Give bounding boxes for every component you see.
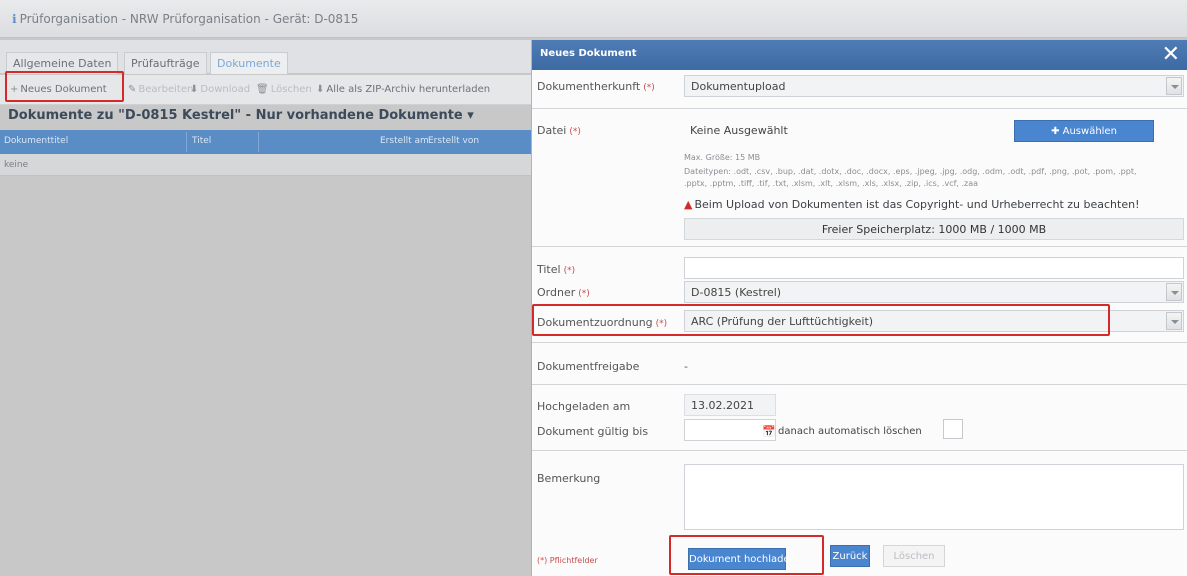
remark-label: Bemerkung bbox=[537, 472, 601, 485]
new-document-dialog: Neues Dokument ✕ Dokumentherkunft (*) Dok… bbox=[531, 40, 1187, 576]
column-header-title[interactable]: Titel bbox=[192, 136, 211, 146]
edit-button[interactable]: ✎ Bearbeiten bbox=[128, 84, 193, 95]
back-button[interactable]: Zurück bbox=[830, 545, 870, 567]
dialog-title: Neues Dokument bbox=[540, 48, 637, 59]
column-header-created-by[interactable]: Erstellt von bbox=[428, 136, 479, 146]
tab-bar: Allgemeine Daten Prüfaufträge Dokumente bbox=[0, 40, 540, 74]
assignment-label: Dokumentzuordnung (*) bbox=[537, 316, 668, 329]
dialog-titlebar: Neues Dokument ✕ bbox=[532, 40, 1187, 70]
window-titlebar: ℹ Prüforganisation - NRW Prüforganisation… bbox=[0, 0, 1187, 38]
tab-inspection-orders[interactable]: Prüfaufträge bbox=[124, 52, 207, 74]
copyright-warning: ▲ Beim Upload von Dokumenten ist das Copy… bbox=[684, 198, 1140, 211]
title-label: Titel (*) bbox=[537, 263, 576, 276]
required-fields-note: (*) Pflichtfelder bbox=[537, 556, 598, 565]
delete-document-button[interactable]: Löschen bbox=[883, 545, 945, 567]
grid-header: Dokumenttitel Titel Erstellt am Erstellt… bbox=[0, 130, 540, 154]
valid-until-label: Dokument gültig bis bbox=[537, 425, 649, 438]
window-title: ℹ Prüforganisation - NRW Prüforganisation… bbox=[12, 12, 358, 26]
assignment-dropdown-icon[interactable] bbox=[1166, 312, 1182, 330]
document-toolbar: + Neues Dokument ✎ Bearbeiten ⬇ Download 🗑 L… bbox=[0, 75, 540, 105]
uploaded-label: Hochgeladen am bbox=[537, 400, 631, 413]
tab-documents[interactable]: Dokumente bbox=[210, 52, 288, 74]
upload-document-button[interactable]: Dokument hochladen bbox=[688, 548, 796, 570]
folder-label: Ordner (*) bbox=[537, 286, 590, 299]
choose-file-button[interactable]: ✚ Auswählen bbox=[1014, 120, 1154, 142]
file-types-info-2: .pptx, .pptm, .tiff, .tif, .txt, .xlsm, … bbox=[684, 179, 979, 188]
release-label: Dokumentfreigabe bbox=[537, 360, 640, 373]
release-value: - bbox=[684, 360, 688, 373]
origin-select[interactable]: Dokumentupload bbox=[684, 75, 1184, 97]
file-types-info: Dateitypen: .odt, .csv, .bup, .dat, .dot… bbox=[684, 167, 1137, 176]
window-title-text: Prüforganisation - NRW Prüforganisation … bbox=[19, 12, 359, 26]
delete-button[interactable]: 🗑 Löschen bbox=[256, 84, 312, 95]
info-icon: ℹ bbox=[12, 12, 17, 26]
chevron-down-icon[interactable]: ▾ bbox=[467, 108, 474, 123]
origin-dropdown-icon[interactable] bbox=[1166, 77, 1182, 95]
remark-textarea[interactable] bbox=[684, 464, 1184, 530]
grid-empty-text: keine bbox=[4, 160, 29, 170]
grid-empty-row: keine bbox=[0, 154, 540, 176]
plus-icon: ✚ bbox=[1051, 126, 1063, 137]
trash-icon: 🗑 bbox=[256, 84, 269, 95]
auto-delete-checkbox[interactable] bbox=[943, 419, 963, 439]
new-document-button[interactable]: + Neues Dokument bbox=[10, 84, 107, 95]
max-size-info: Max. Größe: 15 MB bbox=[684, 153, 761, 162]
auto-delete-label: danach automatisch löschen bbox=[778, 426, 922, 437]
download-button[interactable]: ⬇ Download bbox=[190, 84, 250, 95]
zip-download-button[interactable]: ⬇ Alle als ZIP-Archiv herunterladen bbox=[316, 84, 490, 95]
storage-info: Freier Speicherplatz: 1000 MB / 1000 MB bbox=[684, 218, 1184, 240]
documents-heading: Dokumente zu "D-0815 Kestrel" - Nur vorh… bbox=[8, 108, 474, 123]
uploaded-value: 13.02.2021 bbox=[684, 394, 776, 416]
title-input[interactable] bbox=[684, 257, 1184, 279]
file-label: Datei (*) bbox=[537, 124, 581, 137]
tab-general[interactable]: Allgemeine Daten bbox=[6, 52, 119, 74]
plus-icon: + bbox=[10, 84, 19, 95]
calendar-icon[interactable]: 📅 bbox=[762, 425, 776, 438]
assignment-select[interactable]: ARC (Prüfung der Lufttüchtigkeit) bbox=[684, 310, 1184, 332]
close-icon[interactable]: ✕ bbox=[1162, 42, 1180, 68]
folder-select[interactable]: D-0815 (Kestrel) bbox=[684, 281, 1184, 303]
download-icon: ⬇ bbox=[190, 84, 199, 95]
origin-label: Dokumentherkunft (*) bbox=[537, 80, 655, 93]
pencil-icon: ✎ bbox=[128, 84, 137, 95]
warning-icon: ▲ bbox=[684, 198, 693, 211]
column-header-created-at[interactable]: Erstellt am bbox=[380, 136, 429, 146]
file-value: Keine Ausgewählt bbox=[690, 124, 788, 137]
folder-dropdown-icon[interactable] bbox=[1166, 283, 1182, 301]
archive-icon: ⬇ bbox=[316, 84, 325, 95]
column-header-document-title[interactable]: Dokumenttitel bbox=[4, 136, 68, 146]
